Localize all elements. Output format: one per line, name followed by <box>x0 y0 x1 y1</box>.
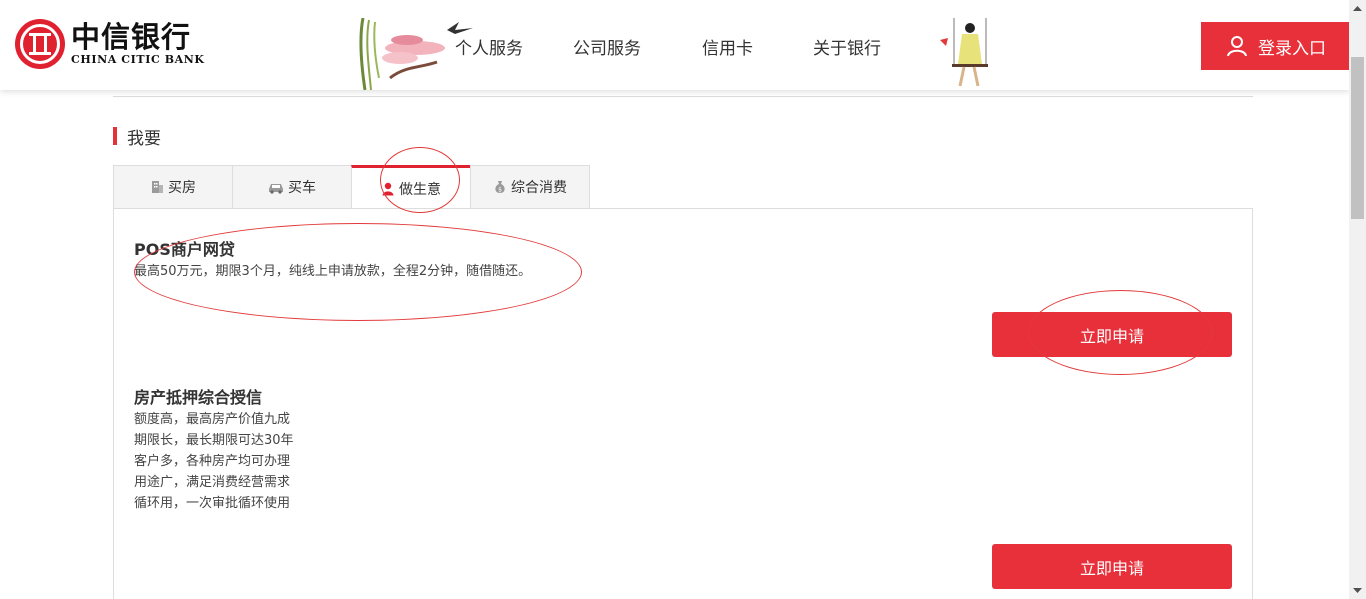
tab-buy-house[interactable]: 买房 <box>113 165 233 209</box>
login-button-label: 登录入口 <box>1258 38 1326 59</box>
section-title-text: 我要 <box>127 128 161 149</box>
person-icon <box>382 182 394 196</box>
scroll-down-arrow-icon[interactable] <box>1349 582 1366 599</box>
product-title: 房产抵押综合授信 <box>134 388 263 407</box>
user-icon <box>1227 36 1247 57</box>
product-description-line: 用途广，满足消费经营需求 <box>134 475 291 490</box>
logo-english-name: CHINA CITIC BANK <box>71 53 205 66</box>
apply-now-button[interactable]: 立即申请 <box>992 544 1232 589</box>
login-button[interactable]: 登录入口 <box>1201 22 1351 70</box>
tab-business[interactable]: 做生意 <box>351 165 471 210</box>
tab-label: 买车 <box>288 180 316 196</box>
bank-logo[interactable]: 中信银行 CHINA CITIC BANK <box>15 19 205 69</box>
logo-chinese-name: 中信银行 <box>71 20 192 54</box>
content-divider <box>113 96 1253 97</box>
product-description-line: 期限长，最长期限可达30年 <box>134 433 294 448</box>
car-icon <box>269 184 283 194</box>
money-bag-icon: $ <box>495 181 505 194</box>
section-title: 我要 <box>113 125 161 149</box>
tab-label: 买房 <box>168 180 196 196</box>
nav-credit-card[interactable]: 信用卡 <box>702 38 753 60</box>
tab-label: 做生意 <box>399 182 441 198</box>
scroll-up-arrow-icon[interactable] <box>1349 0 1366 17</box>
product-description-line: 客户多，各种房产均可办理 <box>134 454 291 469</box>
nav-about-bank[interactable]: 关于银行 <box>813 38 881 60</box>
tab-label: 综合消费 <box>511 180 567 196</box>
building-icon <box>152 181 163 193</box>
product-description-line: 额度高，最高房产价值九成 <box>134 412 291 427</box>
product-description: 最高50万元，期限3个月，纯线上申请放款，全程2分钟，随借随还。 <box>134 264 532 279</box>
product-title: POS商户网贷 <box>134 240 235 259</box>
product-description-line: 循环用，一次审批循环使用 <box>134 496 291 511</box>
scrollbar-thumb[interactable] <box>1351 57 1364 219</box>
page-scrollbar[interactable] <box>1349 0 1366 599</box>
svg-text:$: $ <box>498 187 502 194</box>
section-title-marker <box>113 127 117 145</box>
nav-corporate-services[interactable]: 公司服务 <box>573 38 641 60</box>
tab-consumer-spending[interactable]: $ 综合消费 <box>470 165 590 209</box>
site-header: 中信银行 CHINA CITIC BANK 个人服务 公司服务 信用卡 关于银行… <box>0 0 1351 90</box>
tab-buy-car[interactable]: 买车 <box>232 165 352 209</box>
apply-now-button[interactable]: 立即申请 <box>992 312 1232 357</box>
decorative-swing-girl-icon <box>940 18 988 87</box>
citic-logo-icon <box>15 19 65 69</box>
nav-personal-services[interactable]: 个人服务 <box>455 38 523 60</box>
